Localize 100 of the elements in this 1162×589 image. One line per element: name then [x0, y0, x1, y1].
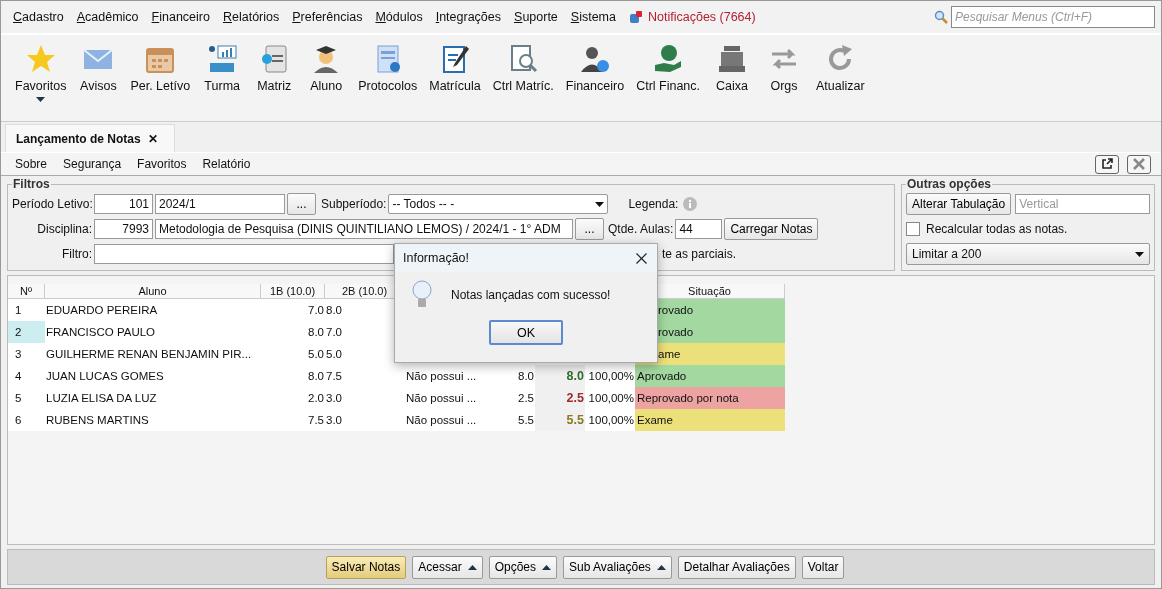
presentation-icon — [206, 43, 239, 75]
action-button[interactable]: Salvar Notas — [325, 555, 407, 579]
load-button[interactable]: Carregar Notas — [724, 218, 819, 240]
caret-icon — [595, 201, 605, 207]
table-cell: Não possui ... — [405, 365, 485, 387]
limit-dropdown[interactable]: Limitar a 200 — [906, 243, 1150, 265]
period-field[interactable]: 2024/1 — [155, 194, 285, 214]
toolbar-button[interactable]: Per. Letívo — [126, 43, 195, 93]
popout-icon — [1101, 158, 1113, 170]
table-cell: 8.0 — [261, 321, 325, 343]
action-button[interactable]: Opções — [488, 555, 557, 579]
status-cell: Reprovado por nota — [635, 387, 785, 409]
ok-button[interactable]: OK — [489, 320, 563, 345]
field-label: Subperíodo: — [321, 197, 387, 211]
toolbar-button[interactable]: Matrícula — [425, 43, 485, 93]
dialog-message: Notas lançadas com sucesso! — [451, 288, 611, 302]
subject-field[interactable]: Metodologia de Pesquisa (DINIS QUINTILIANO LEMOS) / 2024/1 - 1° ADM — [155, 219, 573, 239]
table-cell: Não possui ... — [405, 387, 485, 409]
browse-button[interactable]: ... — [287, 193, 316, 215]
toolbar-button[interactable]: Orgs — [760, 43, 809, 93]
column-header[interactable]: 1B (10.0) — [261, 284, 325, 299]
table-cell: 6 — [8, 409, 45, 431]
toolbar-button[interactable]: Financeiro — [561, 43, 629, 93]
table-cell: 5.5 — [485, 409, 535, 431]
status-cell: Aprovado — [635, 365, 785, 387]
table-cell: Não possui ... — [405, 409, 485, 431]
table-cell: 3.0 — [325, 409, 405, 431]
filter-field[interactable] — [94, 244, 394, 264]
menu-item[interactable]: Módulos — [375, 10, 423, 24]
menu-item[interactable]: Favoritos — [137, 157, 187, 171]
table-cell: FRANCISCO PAULO — [45, 321, 261, 343]
toolbar-button[interactable]: Protocolos — [354, 43, 422, 93]
toolbar-button[interactable]: Aluno — [302, 43, 351, 93]
field-label: Disciplina: — [36, 222, 92, 236]
close-icon — [1133, 158, 1145, 170]
search-icon — [934, 10, 948, 24]
menu-item[interactable]: Relatório — [202, 157, 251, 171]
table-cell: 7.0 — [261, 299, 325, 321]
code-field[interactable]: 7993 — [94, 219, 153, 239]
table-cell: LUZIA ELISA DA LUZ — [45, 387, 261, 409]
table-cell: 7.5 — [261, 409, 325, 431]
document-tab[interactable]: Lançamento de Notas ✕ — [5, 124, 176, 152]
notifications-link[interactable]: Notificações (7664) — [648, 10, 756, 24]
toolbar-button[interactable]: Avisos — [74, 43, 123, 93]
menu-item[interactable]: Sistema — [570, 10, 616, 24]
menu-item[interactable]: Segurança — [63, 157, 122, 171]
table-cell: GUILHERME RENAN BENJAMIN PIR... — [45, 343, 261, 365]
notification-icon[interactable] — [629, 10, 643, 24]
toolbar-button[interactable]: Atualizar — [812, 43, 869, 93]
checkbox[interactable] — [906, 222, 920, 236]
table-cell: 4 — [8, 365, 45, 387]
toolbar-button[interactable]: Ctrl Financ. — [632, 43, 705, 93]
menu-item[interactable]: Relatórios — [222, 10, 280, 24]
option-label: te as parciais. — [662, 247, 737, 261]
column-header[interactable]: Aluno — [45, 284, 261, 299]
table-cell: 100,00% — [585, 365, 635, 387]
table-cell: 100,00% — [585, 387, 635, 409]
subperiod-dropdown[interactable]: -- Todos -- - — [388, 194, 609, 214]
menu-item[interactable]: Suporte — [514, 10, 558, 24]
group-title: Outras opções — [906, 177, 993, 191]
table-cell: 7.5 — [325, 365, 405, 387]
action-button[interactable]: Detalhar Avaliações — [677, 555, 796, 579]
menu-item[interactable]: Preferências — [292, 10, 363, 24]
lightbulb-icon — [411, 280, 433, 310]
group-title: Filtros — [12, 177, 51, 191]
action-button[interactable]: Sub Avaliações — [563, 555, 672, 579]
action-button[interactable]: Acessar — [412, 555, 483, 579]
toolbar-button[interactable]: Matriz — [250, 43, 299, 93]
popout-button[interactable] — [1095, 154, 1119, 174]
browse-button[interactable]: ... — [575, 218, 604, 240]
menu-item[interactable]: Acadêmico — [76, 10, 139, 24]
table-cell: 100,00% — [585, 409, 635, 431]
table-cell: 8.0 — [485, 365, 535, 387]
checkbox-label: Recalcular todas as notas. — [926, 222, 1068, 236]
table-cell: 3 — [8, 343, 45, 365]
change-tab-button[interactable]: Alterar Tabulação — [906, 193, 1012, 215]
menu-item[interactable]: Financeiro — [151, 10, 210, 24]
code-field[interactable]: 101 — [94, 194, 153, 214]
toolbar-button[interactable]: Ctrl Matríc. — [488, 43, 558, 93]
menu-item[interactable]: Integrações — [435, 10, 502, 24]
status-cell: Exame — [635, 409, 785, 431]
table-cell: 5 — [8, 387, 45, 409]
menu-item[interactable]: Sobre — [15, 157, 48, 171]
toolbar-button[interactable]: Favoritos — [11, 43, 71, 102]
table-cell: 2.5 — [535, 387, 585, 409]
close-button[interactable] — [1127, 154, 1151, 174]
table-cell: RUBENS MARTINS — [45, 409, 261, 431]
menu-item[interactable]: Cadastro — [13, 10, 64, 24]
field-label: Filtro: — [61, 247, 92, 261]
column-header[interactable]: Nº — [8, 284, 45, 299]
toolbar-button[interactable]: Turma — [198, 43, 247, 93]
classes-field[interactable]: 44 — [675, 219, 723, 239]
search-field[interactable]: Pesquisar Menus (Ctrl+F) — [951, 6, 1155, 28]
field-label: Legenda: — [628, 197, 679, 211]
toolbar-button[interactable]: Caixa — [708, 43, 757, 93]
table-cell: 5.5 — [535, 409, 585, 431]
action-button[interactable]: Voltar — [801, 555, 845, 579]
close-icon[interactable] — [636, 252, 647, 264]
field-label: Qtde. Aulas: — [608, 222, 674, 236]
table-cell: 8.0 — [261, 365, 325, 387]
